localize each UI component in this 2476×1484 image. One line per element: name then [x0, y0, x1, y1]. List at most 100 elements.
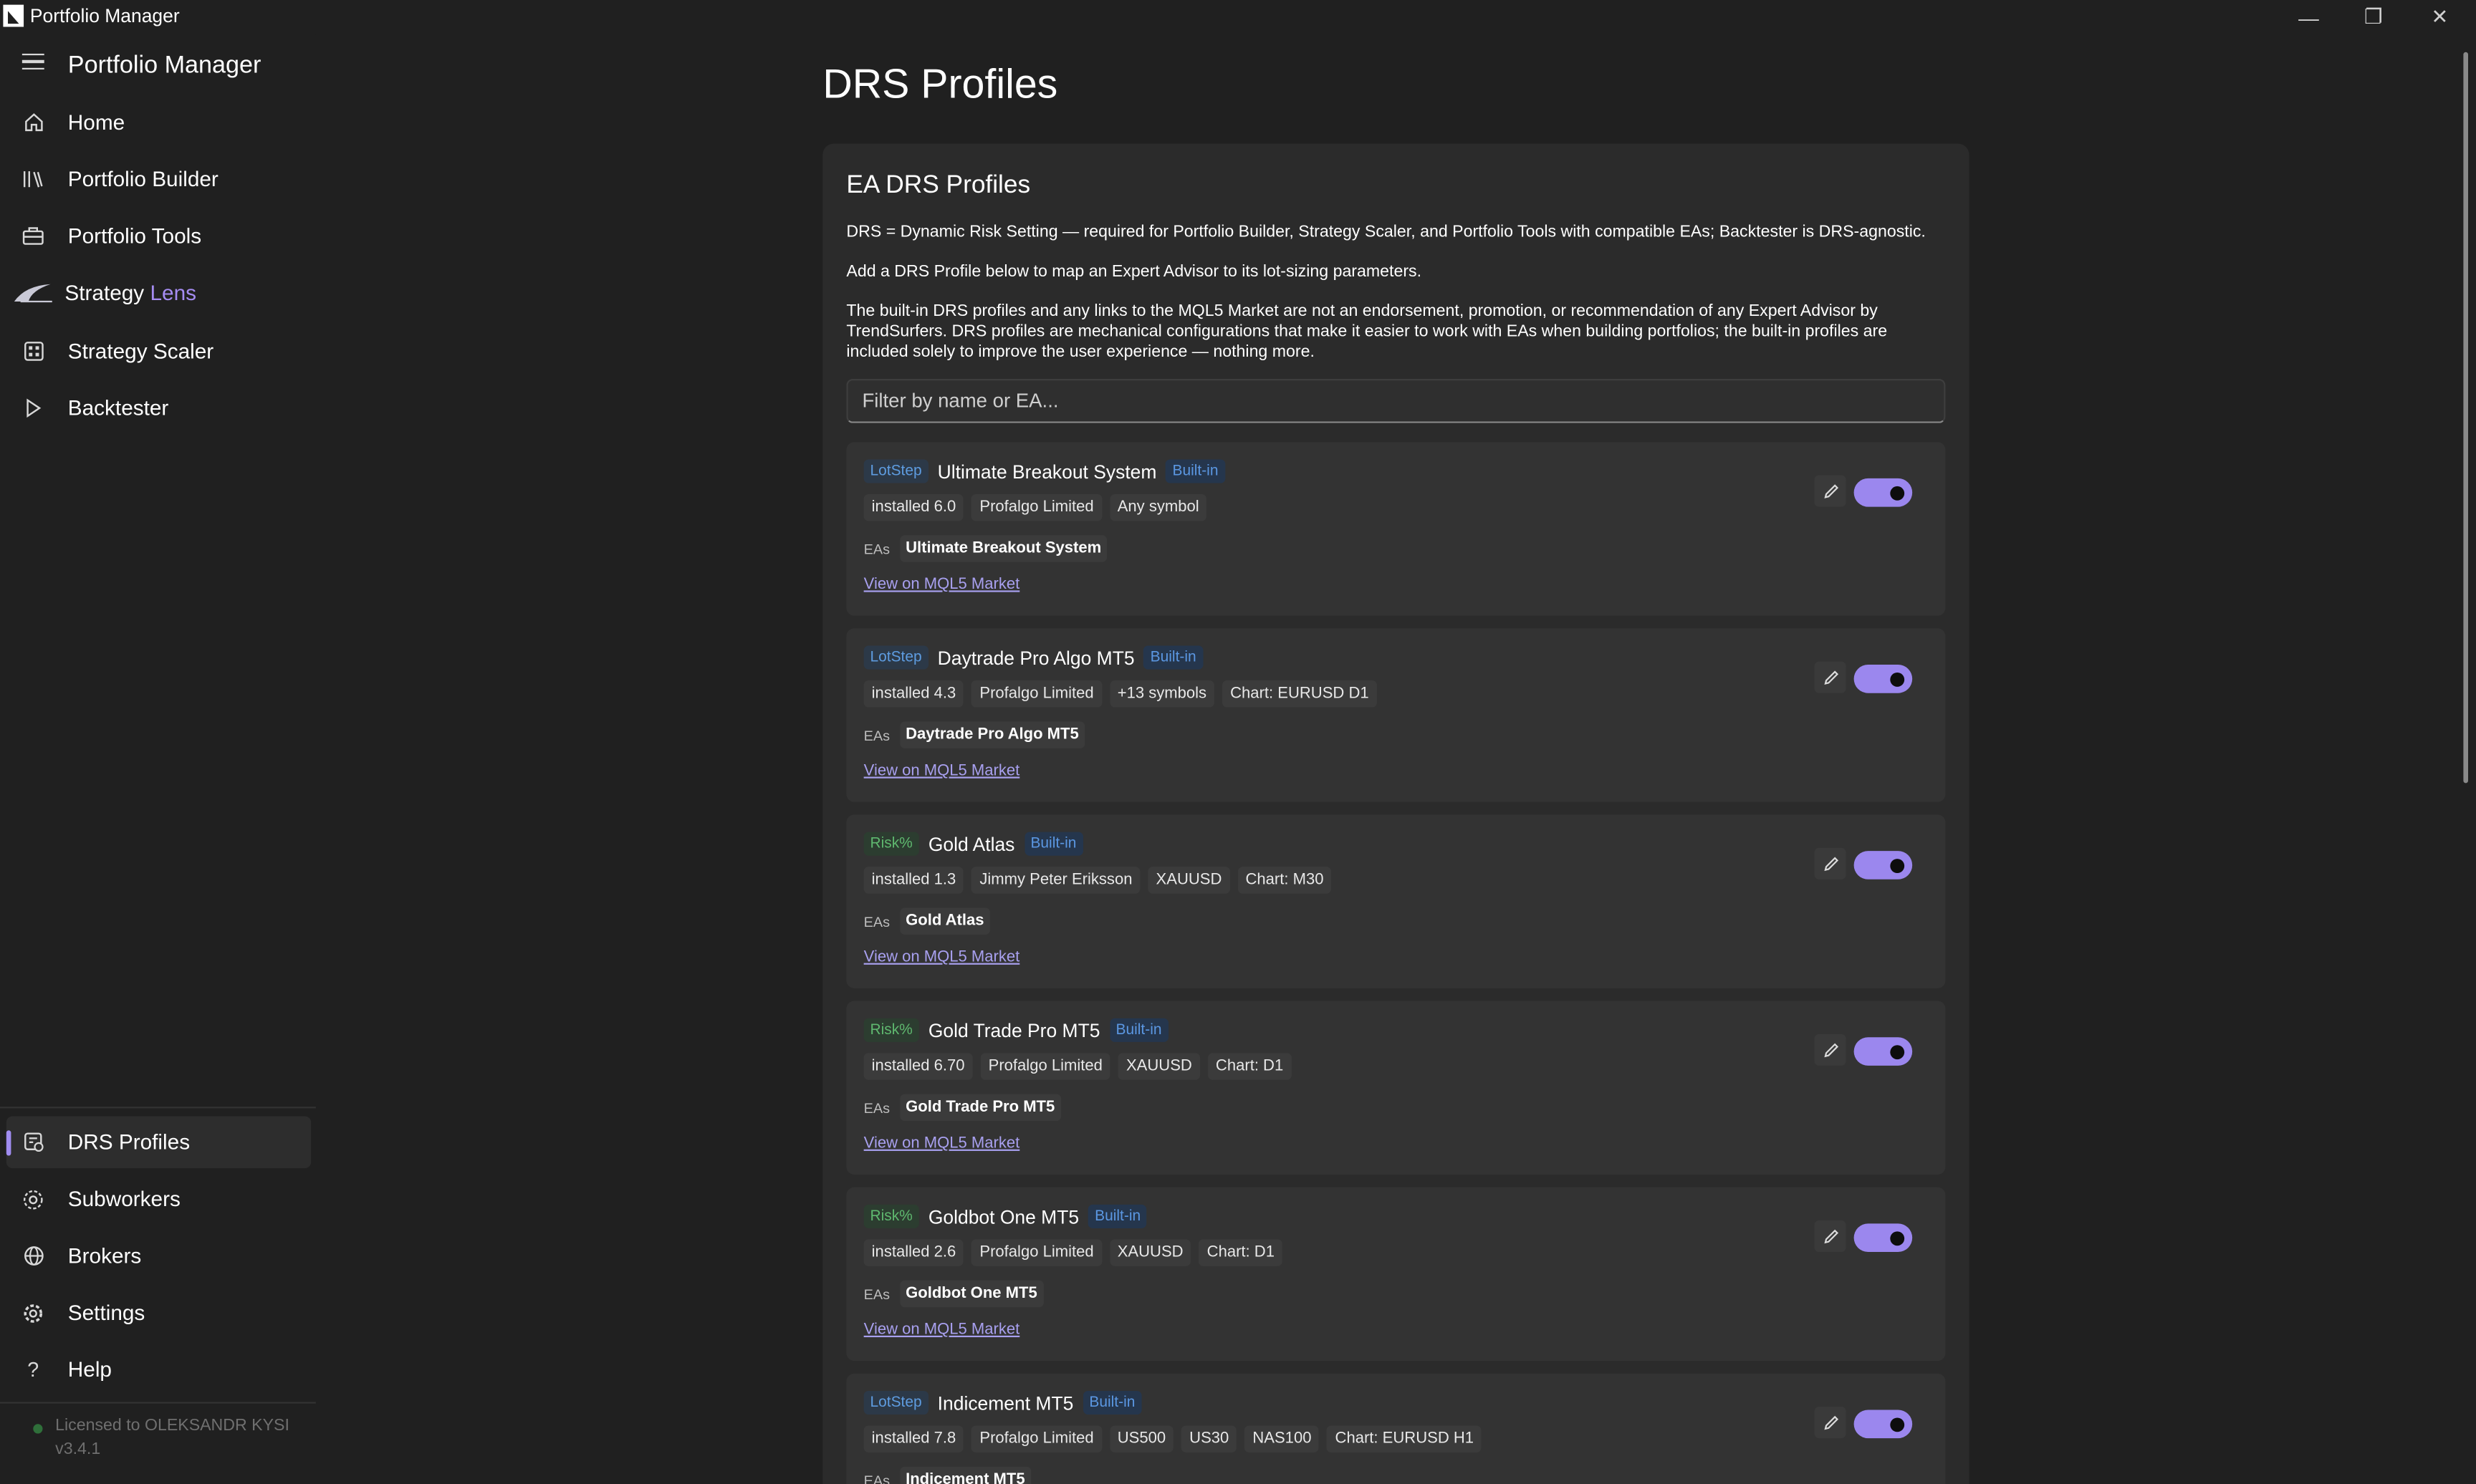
- enable-toggle[interactable]: [1853, 851, 1913, 880]
- profile-chip: Profalgo Limited: [971, 1425, 1102, 1452]
- profile-name: Goldbot One MT5: [928, 1205, 1080, 1228]
- eas-label: EAs: [863, 913, 891, 930]
- profile-header: LotStep Daytrade Pro Algo MT5 Built-in: [863, 644, 1203, 670]
- profile-chip: Profalgo Limited: [980, 1053, 1110, 1080]
- profile-name: Gold Atlas: [928, 832, 1015, 855]
- profile-meta: installed 7.8 Profalgo Limited US500 US30 NA…: [863, 1425, 1482, 1452]
- profile-chip: installed 6.70: [863, 1053, 973, 1080]
- close-button[interactable]: ✕: [2408, 0, 2471, 34]
- profile-name: Daytrade Pro Algo MT5: [937, 646, 1135, 669]
- play-icon: [22, 397, 44, 419]
- profile-type-badge: Risk%: [863, 1018, 919, 1042]
- eas-label: EAs: [863, 540, 891, 557]
- mql5-market-link[interactable]: View on MQL5 Market: [864, 577, 1020, 594]
- profile-card[interactable]: Risk% Gold Atlas Built-in installed 1.3 J…: [846, 814, 1946, 988]
- grid-icon: [22, 340, 44, 362]
- sidebar-item-label: Portfolio Tools: [67, 224, 202, 249]
- profile-chip: installed 6.0: [863, 493, 964, 521]
- profile-chip: XAUUSD: [1148, 867, 1230, 894]
- sidebar-item-brokers[interactable]: Brokers: [6, 1230, 311, 1282]
- sidebar-item-backtester[interactable]: Backtester: [6, 382, 311, 434]
- sidebar-item-help[interactable]: ? Help: [6, 1344, 311, 1396]
- restore-button[interactable]: ❐: [2342, 0, 2405, 34]
- profile-name: Indicement MT5: [937, 1392, 1074, 1414]
- profile-card[interactable]: LotStep Ultimate Breakout System Built-i…: [846, 442, 1946, 616]
- filter-input[interactable]: Filter by name or EA...: [846, 379, 1946, 423]
- builtin-badge: Built-in: [1143, 645, 1203, 670]
- sidebar-item-home[interactable]: Home: [6, 96, 311, 148]
- profile-chip: Any symbol: [1109, 493, 1207, 521]
- profile-card[interactable]: LotStep Indicement MT5 Built-in installe…: [846, 1373, 1946, 1484]
- profile-type-badge: LotStep: [863, 645, 929, 670]
- sidebar-item-label: DRS Profiles: [67, 1130, 191, 1155]
- sidebar-item-portfolio-builder[interactable]: Portfolio Builder: [6, 153, 311, 206]
- panel-title: EA DRS Profiles: [846, 172, 1031, 199]
- profile-meta: installed 2.6 Profalgo Limited XAUUSD Chart…: [863, 1239, 1283, 1266]
- enable-toggle[interactable]: [1853, 665, 1913, 693]
- edit-button[interactable]: [1814, 1407, 1846, 1439]
- edit-button[interactable]: [1814, 475, 1846, 507]
- library-icon: [22, 168, 44, 191]
- sidebar-item-strategy-scaler[interactable]: Strategy Scaler: [6, 325, 311, 377]
- profile-card[interactable]: Risk% Gold Trade Pro MT5 Built-in instal…: [846, 1001, 1946, 1175]
- sidebar-divider: [0, 1402, 316, 1404]
- edit-button[interactable]: [1814, 1034, 1846, 1066]
- profile-eas: EAs Gold Atlas: [863, 907, 991, 935]
- profile-name: Ultimate Breakout System: [937, 460, 1157, 483]
- profile-chip: +13 symbols: [1109, 680, 1215, 708]
- toolbox-icon: [22, 225, 44, 247]
- drs-profiles-panel: EA DRS Profiles DRS = Dynamic Risk Setti…: [822, 143, 1969, 1484]
- sidebar-item-label: Portfolio Builder: [67, 167, 219, 191]
- ea-chip: Gold Atlas: [899, 907, 991, 935]
- hamburger-menu-icon[interactable]: [21, 53, 44, 70]
- license-status-icon: [33, 1424, 43, 1434]
- profile-meta: installed 1.3 Jimmy Peter Eriksson XAUUSD C…: [863, 867, 1332, 894]
- builtin-badge: Built-in: [1109, 1018, 1169, 1042]
- sidebar-item-portfolio-tools[interactable]: Portfolio Tools: [6, 210, 311, 262]
- mql5-market-link[interactable]: View on MQL5 Market: [864, 949, 1020, 966]
- sidebar-item-settings[interactable]: Settings: [6, 1287, 311, 1339]
- mql5-market-link[interactable]: View on MQL5 Market: [864, 1321, 1020, 1339]
- profile-type-badge: LotStep: [863, 1390, 929, 1415]
- profile-chip: XAUUSD: [1109, 1239, 1191, 1266]
- profile-chip: Chart: D1: [1207, 1053, 1292, 1080]
- profile-chip: Chart: D1: [1199, 1239, 1283, 1266]
- profile-chip: Profalgo Limited: [971, 493, 1102, 521]
- ea-chip: Daytrade Pro Algo MT5: [899, 721, 1085, 748]
- profile-name: Gold Trade Pro MT5: [928, 1018, 1100, 1041]
- mql5-market-link[interactable]: View on MQL5 Market: [864, 1135, 1020, 1152]
- enable-toggle[interactable]: [1853, 1223, 1913, 1253]
- sidebar-item-subworkers[interactable]: Subworkers: [6, 1173, 311, 1225]
- enable-toggle[interactable]: [1853, 1037, 1913, 1066]
- profile-chip: US500: [1109, 1425, 1174, 1452]
- mql5-market-link[interactable]: View on MQL5 Market: [864, 763, 1020, 780]
- pencil-icon: [1823, 483, 1838, 498]
- profile-chip: installed 4.3: [863, 680, 964, 708]
- edit-button[interactable]: [1814, 1220, 1846, 1253]
- home-icon: [22, 111, 44, 133]
- gear-icon: [22, 1301, 44, 1324]
- app-window: Portfolio Manager — ❐ ✕ Portfolio Manage…: [0, 0, 2476, 1484]
- profile-card[interactable]: LotStep Daytrade Pro Algo MT5 Built-in i…: [846, 628, 1946, 802]
- profile-type-badge: LotStep: [863, 459, 929, 483]
- eas-label: EAs: [863, 727, 891, 743]
- profile-chip: installed 7.8: [863, 1425, 964, 1452]
- profile-chip: Chart: M30: [1237, 867, 1332, 894]
- enable-toggle[interactable]: [1853, 478, 1913, 507]
- pencil-icon: [1823, 856, 1838, 870]
- gear-cluster-icon: [22, 1188, 44, 1210]
- profile-meta: installed 4.3 Profalgo Limited +13 symbols…: [863, 680, 1377, 708]
- sidebar-item-label: Home: [67, 110, 125, 135]
- minimize-button[interactable]: —: [2277, 0, 2340, 34]
- ea-chip: Ultimate Breakout System: [899, 535, 1108, 562]
- edit-button[interactable]: [1814, 661, 1846, 693]
- profile-type-badge: Risk%: [863, 1204, 919, 1228]
- edit-button[interactable]: [1814, 847, 1846, 880]
- enable-toggle[interactable]: [1853, 1410, 1913, 1439]
- description-add: Add a DRS Profile below to map an Expert…: [846, 261, 1422, 281]
- sidebar-item-strategy-lens[interactable]: Strategy Lens: [6, 267, 311, 319]
- sidebar: Portfolio Manager Home Portfolio Builder…: [0, 34, 316, 1484]
- profile-card[interactable]: Risk% Goldbot One MT5 Built-in installed…: [846, 1187, 1946, 1362]
- scrollbar[interactable]: [2463, 52, 2469, 784]
- sidebar-item-drs-profiles[interactable]: DRS Profiles: [6, 1116, 312, 1169]
